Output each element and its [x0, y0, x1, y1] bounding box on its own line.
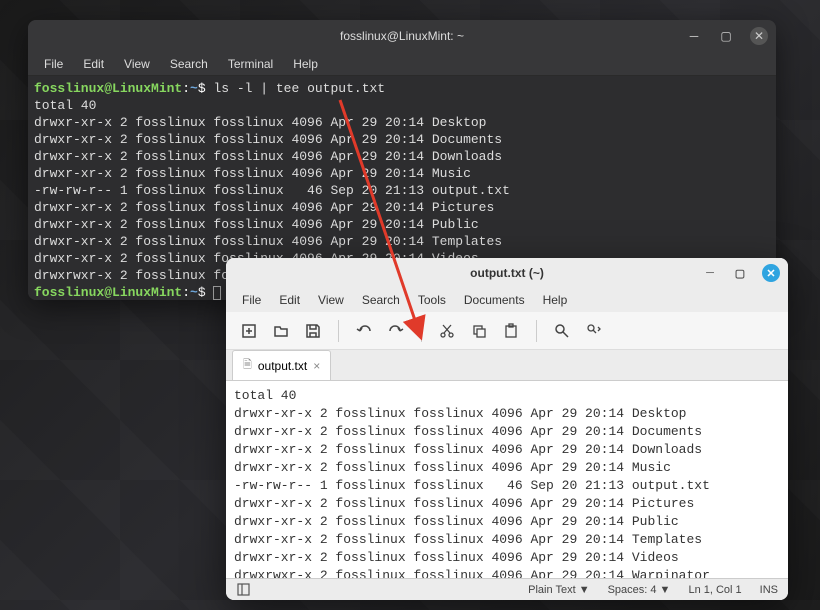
term-row: drwxr-xr-x 2 fosslinux fosslinux 4096 Ap…	[34, 217, 479, 232]
prompt-path: ~	[190, 81, 198, 96]
toolbar-separator	[421, 320, 422, 342]
ed-row: drwxr-xr-x 2 fosslinux fosslinux 4096 Ap…	[234, 442, 702, 457]
minimize-button[interactable]: ─	[686, 28, 702, 44]
terminal-menubar: File Edit View Search Terminal Help	[28, 52, 776, 76]
term-row: drwxr-xr-x 2 fosslinux fosslinux 4096 Ap…	[34, 149, 502, 164]
replace-icon[interactable]	[581, 318, 607, 344]
menu-terminal[interactable]: Terminal	[220, 54, 281, 74]
term-row: drwxr-xr-x 2 fosslinux fosslinux 4096 Ap…	[34, 132, 502, 147]
toolbar-separator	[536, 320, 537, 342]
file-icon: 🗎	[243, 356, 252, 375]
close-button[interactable]: ✕	[750, 27, 768, 45]
menu-file[interactable]: File	[234, 290, 269, 310]
command-text: ls -l | tee output.txt	[213, 81, 385, 96]
editor-window-controls: ─ ▢ ✕	[702, 264, 780, 282]
term-row: drwxr-xr-x 2 fosslinux fosslinux 4096 Ap…	[34, 200, 494, 215]
editor-window: output.txt (~) ─ ▢ ✕ File Edit View Sear…	[226, 258, 788, 600]
ed-row: drwxr-xr-x 2 fosslinux fosslinux 4096 Ap…	[234, 424, 702, 439]
status-mode[interactable]: INS	[760, 584, 778, 596]
ed-row: drwxr-xr-x 2 fosslinux fosslinux 4096 Ap…	[234, 550, 679, 565]
status-syntax[interactable]: Plain Text ▼	[528, 584, 589, 596]
paste-icon[interactable]	[498, 318, 524, 344]
editor-menubar: File Edit View Search Tools Documents He…	[226, 288, 788, 312]
editor-tabstrip: 🗎 output.txt ×	[226, 350, 788, 380]
search-icon[interactable]	[549, 318, 575, 344]
menu-help[interactable]: Help	[285, 54, 326, 74]
editor-title: output.txt (~)	[470, 266, 544, 280]
ed-row: drwxr-xr-x 2 fosslinux fosslinux 4096 Ap…	[234, 514, 679, 529]
maximize-button[interactable]: ▢	[718, 28, 734, 44]
ed-row: drwxr-xr-x 2 fosslinux fosslinux 4096 Ap…	[234, 460, 671, 475]
menu-search[interactable]: Search	[162, 54, 216, 74]
menu-file[interactable]: File	[36, 54, 71, 74]
terminal-window-controls: ─ ▢ ✕	[686, 27, 768, 45]
menu-search[interactable]: Search	[354, 290, 408, 310]
terminal-title: fosslinux@LinuxMint: ~	[340, 29, 464, 43]
close-button[interactable]: ✕	[762, 264, 780, 282]
tab-label: output.txt	[258, 359, 307, 373]
open-file-icon[interactable]	[268, 318, 294, 344]
terminal-titlebar[interactable]: fosslinux@LinuxMint: ~ ─ ▢ ✕	[28, 20, 776, 52]
ed-total: total 40	[234, 388, 296, 403]
editor-titlebar[interactable]: output.txt (~) ─ ▢ ✕	[226, 258, 788, 288]
term-total: total 40	[34, 98, 96, 113]
term-row: drwxr-xr-x 2 fosslinux fosslinux 4096 Ap…	[34, 234, 502, 249]
ed-row: drwxr-xr-x 2 fosslinux fosslinux 4096 Ap…	[234, 496, 694, 511]
sidebar-toggle-icon[interactable]	[236, 583, 250, 597]
menu-help[interactable]: Help	[535, 290, 576, 310]
term-row: drwxr-xr-x 2 fosslinux fosslinux 4096 Ap…	[34, 115, 486, 130]
maximize-button[interactable]: ▢	[732, 265, 748, 281]
status-spaces[interactable]: Spaces: 4 ▼	[608, 584, 671, 596]
menu-tools[interactable]: Tools	[410, 290, 454, 310]
menu-view[interactable]: View	[310, 290, 352, 310]
prompt-user: fosslinux@LinuxMint	[34, 81, 182, 96]
prompt-path: ~	[190, 285, 198, 300]
editor-toolbar	[226, 312, 788, 350]
prompt-user: fosslinux@LinuxMint	[34, 285, 182, 300]
ed-row: drwxr-xr-x 2 fosslinux fosslinux 4096 Ap…	[234, 406, 686, 421]
editor-statusbar: Plain Text ▼ Spaces: 4 ▼ Ln 1, Col 1 INS	[226, 578, 788, 600]
undo-icon[interactable]	[351, 318, 377, 344]
term-row: -rw-rw-r-- 1 fosslinux fosslinux 46 Sep …	[34, 183, 510, 198]
menu-edit[interactable]: Edit	[271, 290, 308, 310]
copy-icon[interactable]	[466, 318, 492, 344]
save-file-icon[interactable]	[300, 318, 326, 344]
cut-icon[interactable]	[434, 318, 460, 344]
cursor	[213, 286, 221, 300]
ed-row: drwxrwxr-x 2 fosslinux fosslinux 4096 Ap…	[234, 568, 710, 578]
ed-row: drwxr-xr-x 2 fosslinux fosslinux 4096 Ap…	[234, 532, 702, 547]
new-file-icon[interactable]	[236, 318, 262, 344]
toolbar-separator	[338, 320, 339, 342]
ed-row: -rw-rw-r-- 1 fosslinux fosslinux 46 Sep …	[234, 478, 710, 493]
editor-body[interactable]: total 40 drwxr-xr-x 2 fosslinux fosslinu…	[226, 380, 788, 578]
term-row: drwxr-xr-x 2 fosslinux fosslinux 4096 Ap…	[34, 166, 471, 181]
tab-close-icon[interactable]: ×	[313, 359, 320, 373]
menu-edit[interactable]: Edit	[75, 54, 112, 74]
redo-icon[interactable]	[383, 318, 409, 344]
menu-documents[interactable]: Documents	[456, 290, 533, 310]
tab-output-txt[interactable]: 🗎 output.txt ×	[232, 350, 331, 380]
menu-view[interactable]: View	[116, 54, 158, 74]
status-cursor: Ln 1, Col 1	[688, 584, 741, 596]
minimize-button[interactable]: ─	[702, 265, 718, 281]
